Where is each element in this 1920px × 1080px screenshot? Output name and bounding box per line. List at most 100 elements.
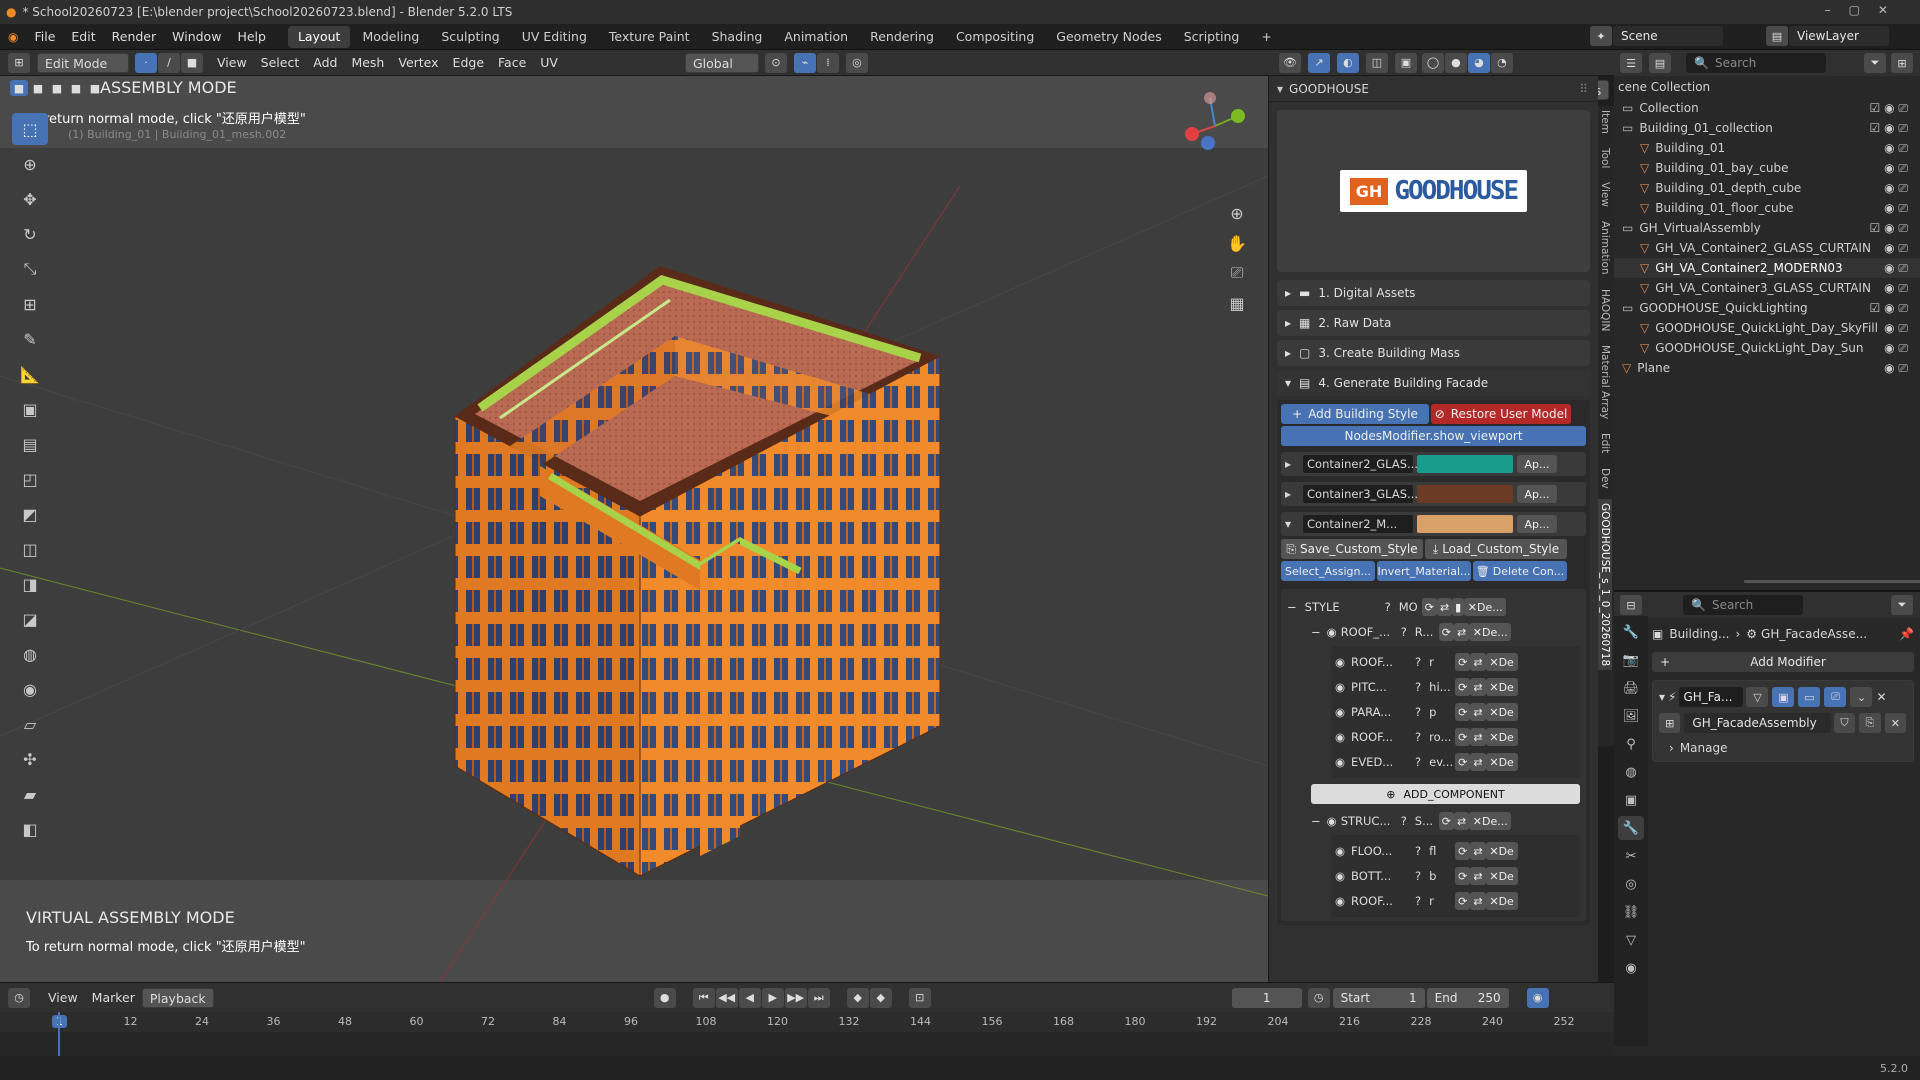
apply-button[interactable]: Ap... — [1517, 515, 1557, 533]
viewport-menu-select[interactable]: Select — [254, 53, 307, 73]
menu-edit[interactable]: Edit — [63, 24, 103, 50]
object-tab-icon[interactable]: ▣ — [1618, 788, 1644, 812]
proportional-edit-icon[interactable]: ◎ — [845, 52, 868, 73]
refresh-icon[interactable]: ⟳ — [1455, 728, 1471, 746]
help-icon[interactable]: ? — [1415, 755, 1421, 769]
shrink-icon[interactable]: ✣ — [12, 743, 48, 775]
swap-icon[interactable]: ⇄ — [1470, 703, 1486, 721]
poly-build-icon[interactable]: ◪ — [12, 603, 48, 635]
sidebar-tab-goodhouse-s-1-0-20260718[interactable]: GOODHOUSE_s_1_0_20260718 — [1598, 498, 1612, 670]
eye-icon[interactable]: ◉ — [1335, 705, 1345, 719]
xray-icon[interactable]: ▣ — [1394, 52, 1417, 73]
eye-icon[interactable]: ◉ — [1335, 680, 1345, 694]
help-icon[interactable]: ? — [1415, 730, 1421, 744]
container-row[interactable]: ▾ Container2_M... Ap... — [1281, 512, 1586, 536]
new-collection-icon[interactable]: ⊞ — [1891, 53, 1913, 73]
outliner-object-row[interactable]: ▽ Building_01_depth_cube ◉ ⎚ — [1614, 178, 1920, 198]
outliner-object-row[interactable]: ▽ Building_01 ◉ ⎚ — [1614, 138, 1920, 158]
sidebar-tab-animation[interactable]: Animation — [1598, 217, 1612, 279]
inset-icon[interactable]: ◰ — [12, 463, 48, 495]
visibility-toggle-icons[interactable]: ☑ ◉ ⎚ — [1870, 221, 1908, 236]
keyframe-next-icon[interactable]: ◆ — [869, 987, 892, 1008]
shear-icon[interactable]: ▰ — [12, 778, 48, 810]
workspace-tab-texture-paint[interactable]: Texture Paint — [599, 26, 700, 48]
smooth-icon[interactable]: ◉ — [12, 673, 48, 705]
rendered-shading-icon[interactable]: ◔ — [1490, 52, 1513, 73]
blender-menu-icon[interactable]: ◉ — [0, 30, 26, 44]
add-modifier-button[interactable]: + Add Modifier — [1652, 652, 1914, 672]
eye-icon[interactable]: ◉ — [1335, 755, 1345, 769]
viewport-menu-mesh[interactable]: Mesh — [344, 53, 391, 73]
edge-slide-icon[interactable]: ▱ — [12, 708, 48, 740]
eye-icon[interactable]: ◉ — [1335, 730, 1345, 744]
visibility-toggle-icons[interactable]: ◉ ⎚ — [1884, 341, 1908, 356]
style-delete-button[interactable]: ✕ De... — [1464, 598, 1507, 616]
duplicate-icon[interactable]: ⎘ — [1859, 713, 1881, 733]
view-layer-tab-icon[interactable]: 🖼 — [1618, 704, 1644, 728]
refresh-icon[interactable]: ⟳ — [1438, 812, 1455, 830]
ortho-grid-icon[interactable]: ▦ — [1224, 290, 1250, 316]
add-cube-icon[interactable]: ▣ — [12, 393, 48, 425]
collapsed-icon[interactable]: ▸ — [1285, 457, 1299, 471]
timeline-editor-icon[interactable]: ◷ — [8, 987, 30, 1008]
component-row[interactable]: ◉ BOTT...? b ⟳ ⇄ ✕ De — [1335, 865, 1576, 887]
swap-icon[interactable]: ⇄ — [1436, 598, 1453, 616]
help-icon[interactable]: ? — [1401, 625, 1407, 639]
outliner-object-row[interactable]: ▽ Building_01_floor_cube ◉ ⎚ — [1614, 198, 1920, 218]
manage-subpanel[interactable]: › Manage — [1659, 741, 1907, 755]
visibility-toggle-icons[interactable]: ◉ ⎚ — [1884, 141, 1908, 156]
section-building-facade[interactable]: ▾ ▤ 4. Generate Building Facade — [1277, 370, 1590, 396]
help-icon[interactable]: ? — [1415, 680, 1421, 694]
building-model[interactable] — [440, 176, 960, 896]
viewport-menu-vertex[interactable]: Vertex — [391, 53, 445, 73]
panel-header[interactable]: ▾ GOODHOUSE ⠿ — [1269, 76, 1598, 102]
vertex-select-icon[interactable]: · — [135, 52, 157, 73]
outliner-object-row[interactable]: ▽ GH_VA_Container3_GLASS_CURTAIN ◉ ⎚ — [1614, 278, 1920, 298]
refresh-icon[interactable]: ⟳ — [1455, 653, 1471, 671]
transform-orientation[interactable]: Global — [684, 52, 759, 73]
sidebar-tab-dev[interactable]: Dev — [1598, 464, 1612, 493]
keyframe-prev-icon[interactable]: ◆ — [846, 987, 869, 1008]
properties-search-input[interactable]: 🔍 Search — [1683, 595, 1803, 615]
apply-button[interactable]: Ap... — [1517, 455, 1557, 473]
outliner-object-row[interactable]: ▽ Plane ◉ ⎚ — [1614, 358, 1920, 378]
eye-icon[interactable]: ◉ — [1335, 844, 1345, 858]
unlink-icon[interactable]: ✕ — [1884, 713, 1906, 733]
sidebar-tab-view[interactable]: View — [1598, 178, 1612, 211]
pivot-icon[interactable]: ⊙ — [764, 52, 787, 73]
swap-icon[interactable]: ⇄ — [1470, 867, 1486, 885]
menu-window[interactable]: Window — [164, 24, 229, 50]
sidebar-tab-item[interactable]: Item — [1598, 106, 1612, 138]
component-delete-button[interactable]: ✕ De — [1485, 678, 1518, 696]
menu-render[interactable]: Render — [104, 24, 165, 50]
component-row[interactable]: ◉ ROOF...? r ⟳ ⇄ ✕ De — [1335, 651, 1576, 673]
measure-icon[interactable]: 📐 — [12, 358, 48, 390]
refresh-icon[interactable]: ⟳ — [1455, 678, 1471, 696]
pan-hand-icon[interactable]: ✋ — [1224, 230, 1250, 256]
eye-icon[interactable]: ◉ — [1335, 655, 1345, 669]
help-icon[interactable]: ? — [1415, 894, 1421, 908]
visibility-toggle-icons[interactable]: ☑ ◉ ⎚ — [1870, 121, 1908, 136]
visibility-toggle-icons[interactable]: ◉ ⎚ — [1884, 261, 1908, 276]
cursor-icon[interactable]: ⊕ — [12, 148, 48, 180]
on-cage-icon[interactable]: ▣ — [1772, 687, 1795, 707]
refresh-icon[interactable]: ⟳ — [1421, 598, 1437, 616]
mesh-edit-overlay-icon[interactable]: ◫ — [1365, 52, 1388, 73]
play-icon[interactable]: ▶ — [761, 987, 784, 1008]
timeline-view-icon[interactable]: ◉ — [1526, 987, 1549, 1008]
sidebar-tab-haoqin[interactable]: HAOQIN — [1598, 285, 1612, 335]
swap-icon[interactable]: ⇄ — [1470, 728, 1486, 746]
outliner-object-row[interactable]: ▽ Building_01_bay_cube ◉ ⎚ — [1614, 158, 1920, 178]
wireframe-shading-icon[interactable]: ◯ — [1421, 52, 1444, 73]
add-building-style-button[interactable]: + Add Building Style — [1281, 404, 1429, 424]
properties-editor-icon[interactable]: ⊟ — [1620, 595, 1642, 615]
workspace-tab-uv-editing[interactable]: UV Editing — [512, 26, 597, 48]
outliner-search-input[interactable]: 🔍 Search — [1686, 53, 1826, 73]
eye-icon[interactable]: ◉ — [1327, 814, 1337, 828]
view-layer-field[interactable]: ViewLayer — [1789, 26, 1889, 46]
swap-icon[interactable]: ⇄ — [1454, 812, 1470, 830]
viewport-menu-view[interactable]: View — [210, 53, 254, 73]
eye-icon[interactable]: ◉ — [1335, 869, 1345, 883]
filter-icon[interactable]: ⏷ — [1864, 53, 1886, 73]
section-digital-assets[interactable]: ▸ ▬ 1. Digital Assets — [1277, 280, 1590, 306]
